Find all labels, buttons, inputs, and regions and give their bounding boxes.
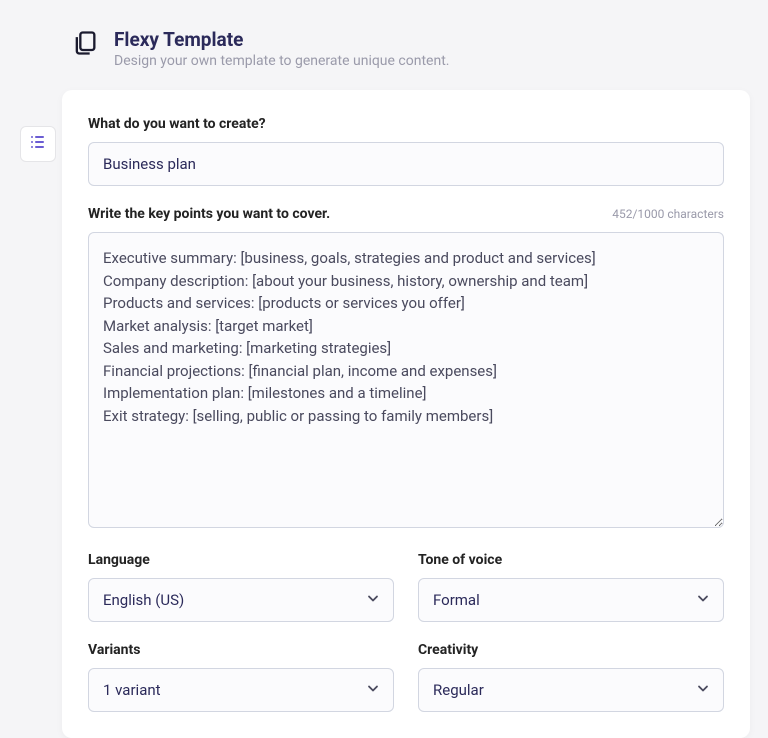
language-label: Language	[88, 552, 394, 568]
create-label: What do you want to create?	[88, 116, 724, 132]
create-input[interactable]	[88, 142, 724, 186]
page-subtitle: Design your own template to generate uni…	[114, 53, 449, 69]
keypoints-label: Write the key points you want to cover.	[88, 206, 330, 222]
tone-select[interactable]: Formal	[418, 578, 724, 622]
variants-select[interactable]: 1 variant	[88, 668, 394, 712]
creativity-label: Creativity	[418, 642, 724, 658]
list-icon	[29, 133, 47, 155]
copy-icon	[70, 28, 100, 58]
page-title: Flexy Template	[114, 28, 449, 51]
variants-label: Variants	[88, 642, 394, 658]
form-card: What do you want to create? Write the ke…	[62, 90, 750, 738]
keypoints-textarea[interactable]	[88, 232, 724, 528]
tone-label: Tone of voice	[418, 552, 724, 568]
character-count: 452/1000 characters	[612, 207, 724, 221]
page-header: Flexy Template Design your own template …	[70, 28, 449, 69]
language-select[interactable]: English (US)	[88, 578, 394, 622]
creativity-select[interactable]: Regular	[418, 668, 724, 712]
sidebar-toggle-button[interactable]	[20, 126, 56, 162]
